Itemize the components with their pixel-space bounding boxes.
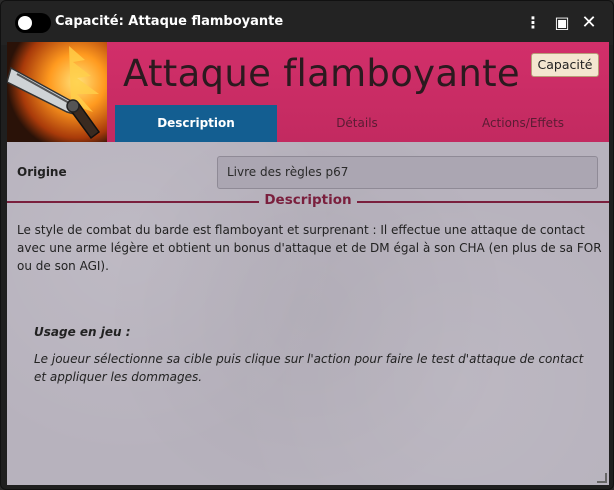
sheet-tabs: Description Détails Actions/Effets <box>115 105 609 142</box>
description-section-header: Description <box>7 192 609 210</box>
section-divider-left <box>7 201 259 203</box>
origin-label: Origine <box>17 165 67 179</box>
window-titlebar[interactable]: Capacité: Attaque flamboyante ⋮ ▣ ✕ <box>1 1 613 45</box>
sheet-config-icon[interactable]: ▣ <box>552 13 572 33</box>
tab-details[interactable]: Détails <box>277 105 437 142</box>
tab-description[interactable]: Description <box>115 105 277 142</box>
item-sheet-window: Capacité: Attaque flamboyante ⋮ ▣ ✕ Atta… <box>0 0 614 490</box>
tab-actions-effects[interactable]: Actions/Effets <box>437 105 609 142</box>
type-badge: Capacité <box>531 53 599 77</box>
window-title: Capacité: Attaque flamboyante <box>55 14 284 29</box>
description-text[interactable]: Le style de combat du barde est flamboya… <box>17 221 602 275</box>
item-name[interactable]: Attaque flamboyante <box>123 52 520 95</box>
resize-handle[interactable] <box>597 473 607 483</box>
sheet-toggle[interactable] <box>15 13 51 33</box>
toggle-knob <box>18 16 32 30</box>
item-header: Attaque flamboyante Capacité Description… <box>7 42 609 142</box>
section-title: Description <box>264 192 352 208</box>
close-icon[interactable]: ✕ <box>579 13 599 33</box>
origin-field[interactable]: Livre des règles p67 <box>217 156 598 189</box>
flaming-sword-icon[interactable] <box>7 42 107 142</box>
usage-title: Usage en jeu : <box>34 325 131 339</box>
more-options-icon[interactable]: ⋮ <box>523 13 543 33</box>
usage-text[interactable]: Le joueur sélectionne sa cible puis cliq… <box>34 350 594 386</box>
section-divider-right <box>357 201 609 203</box>
sheet-body: Origine Livre des règles p67 Description… <box>7 142 609 485</box>
